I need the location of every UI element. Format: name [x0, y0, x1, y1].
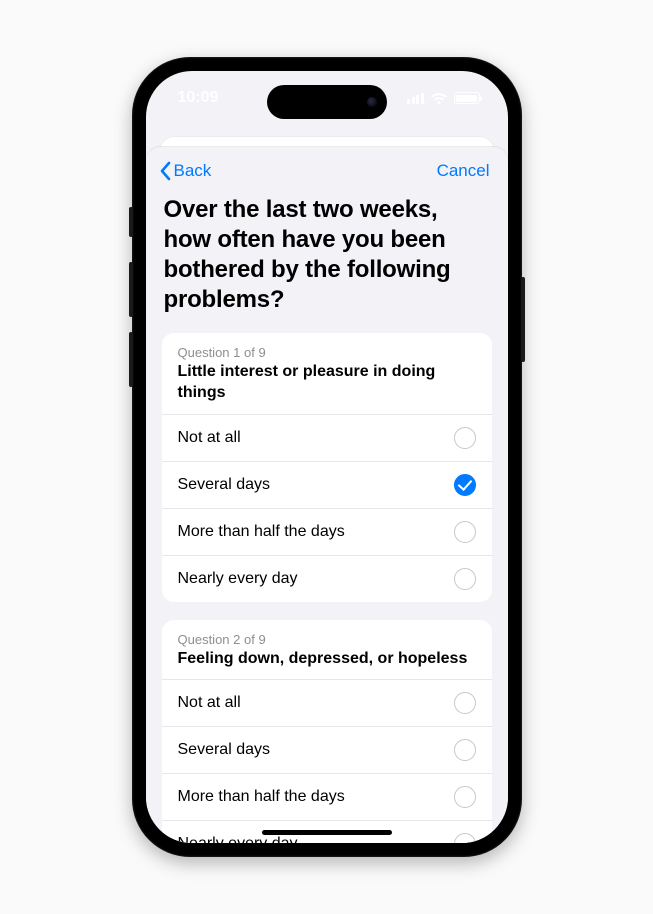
status-right — [407, 92, 480, 105]
volume-up-button — [129, 262, 133, 317]
option-label: Nearly every day — [178, 835, 298, 843]
radio-icon — [454, 833, 476, 843]
nav-bar: Back Cancel — [146, 147, 508, 189]
option-several-days[interactable]: Several days — [162, 462, 492, 509]
option-several-days[interactable]: Several days — [162, 727, 492, 774]
modal-sheet: Back Cancel Over the last two weeks, how… — [146, 147, 508, 843]
option-nearly-every-day[interactable]: Nearly every day — [162, 556, 492, 602]
option-not-at-all[interactable]: Not at all — [162, 680, 492, 727]
option-label: Several days — [178, 741, 271, 759]
question-header: Question 2 of 9 Feeling down, depressed,… — [162, 620, 492, 681]
question-title: Little interest or pleasure in doing thi… — [178, 362, 476, 404]
status-time: 10:09 — [178, 89, 219, 107]
cellular-icon — [407, 93, 424, 104]
silent-switch — [129, 207, 133, 237]
option-label: More than half the days — [178, 788, 345, 806]
wifi-icon — [430, 92, 448, 105]
radio-icon — [454, 427, 476, 449]
option-more-than-half[interactable]: More than half the days — [162, 774, 492, 821]
phone-frame: 10:09 — [132, 57, 522, 857]
option-label: More than half the days — [178, 523, 345, 541]
chevron-left-icon — [158, 161, 172, 181]
back-label: Back — [174, 161, 212, 181]
volume-down-button — [129, 332, 133, 387]
cancel-button[interactable]: Cancel — [437, 161, 490, 181]
option-label: Not at all — [178, 694, 241, 712]
radio-icon — [454, 568, 476, 590]
question-card: Question 1 of 9 Little interest or pleas… — [162, 333, 492, 602]
radio-icon — [454, 786, 476, 808]
screen: 10:09 — [146, 71, 508, 843]
question-card: Question 2 of 9 Feeling down, depressed,… — [162, 620, 492, 843]
home-indicator[interactable] — [262, 830, 392, 835]
page-title: Over the last two weeks, how often have … — [162, 189, 492, 333]
option-label: Nearly every day — [178, 570, 298, 588]
question-counter: Question 1 of 9 — [178, 345, 476, 360]
radio-icon — [454, 739, 476, 761]
content-scroll[interactable]: Over the last two weeks, how often have … — [146, 189, 508, 843]
question-header: Question 1 of 9 Little interest or pleas… — [162, 333, 492, 415]
question-counter: Question 2 of 9 — [178, 632, 476, 647]
battery-icon — [454, 92, 480, 104]
radio-icon — [454, 474, 476, 496]
option-more-than-half[interactable]: More than half the days — [162, 509, 492, 556]
radio-icon — [454, 521, 476, 543]
radio-icon — [454, 692, 476, 714]
back-button[interactable]: Back — [158, 161, 212, 181]
power-button — [521, 277, 525, 362]
dynamic-island — [267, 85, 387, 119]
option-label: Several days — [178, 476, 271, 494]
option-not-at-all[interactable]: Not at all — [162, 415, 492, 462]
question-title: Feeling down, depressed, or hopeless — [178, 649, 476, 670]
option-label: Not at all — [178, 429, 241, 447]
